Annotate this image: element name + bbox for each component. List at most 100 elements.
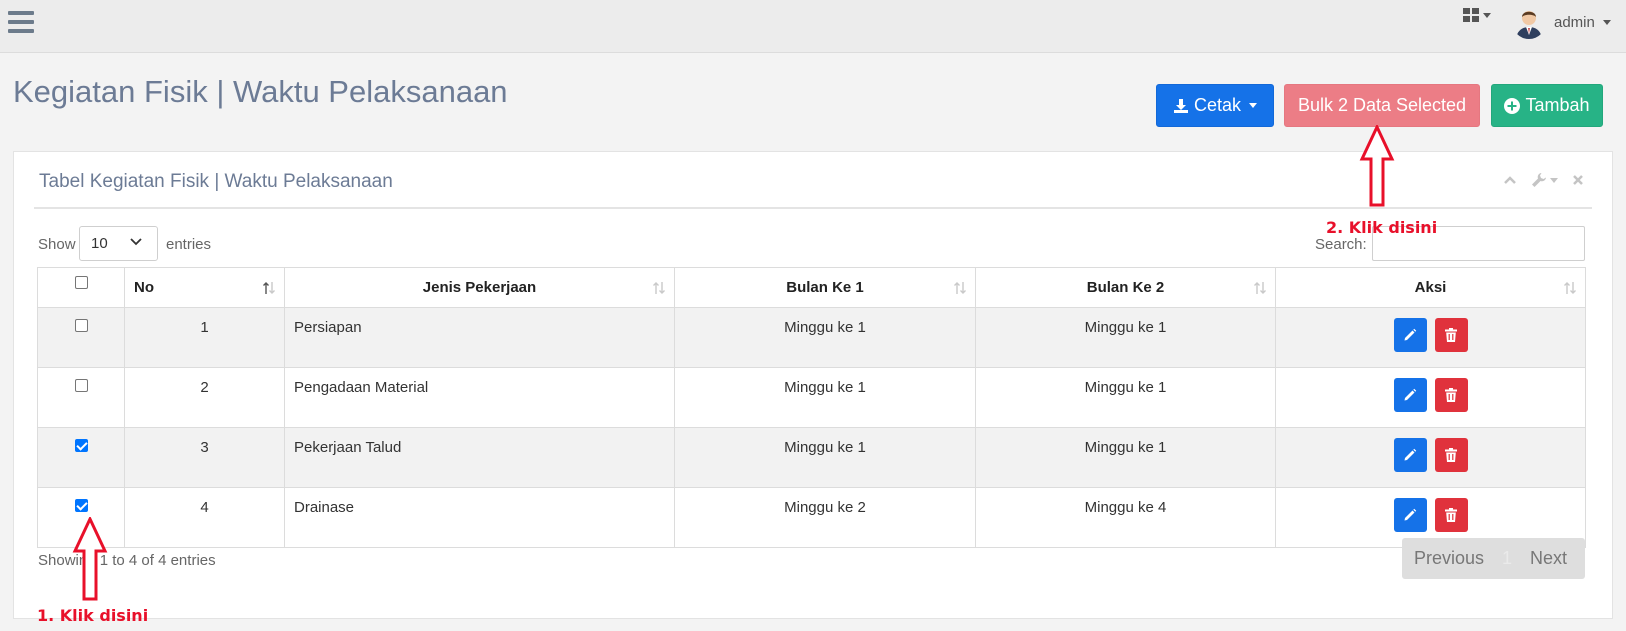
column-header-aksi[interactable]: Aksi: [1275, 267, 1586, 308]
table-info: Showing 1 to 4 of 4 entries: [38, 552, 216, 569]
sort-asc-icon: [263, 282, 275, 294]
user-name: admin: [1554, 13, 1595, 31]
cell-aksi: [1275, 367, 1586, 428]
cell-aksi: [1275, 427, 1586, 488]
column-header-jenis[interactable]: Jenis Pekerjaan: [284, 267, 675, 308]
entries-label: entries: [166, 236, 212, 253]
collapse-icon[interactable]: [1503, 175, 1517, 185]
annotation-arrow-up: [1359, 125, 1395, 207]
cell-bulan-1: Minggu ke 1: [674, 307, 976, 368]
cell-jenis-pekerjaan: Pekerjaan Talud: [284, 427, 675, 488]
delete-button[interactable]: [1434, 318, 1468, 352]
divider: [34, 207, 1592, 209]
row-checkbox[interactable]: [74, 499, 88, 512]
edit-button[interactable]: [1393, 438, 1427, 472]
cell-bulan-2: Minggu ke 4: [975, 487, 1276, 548]
select-all-cell: [37, 267, 125, 308]
edit-button[interactable]: [1393, 378, 1427, 412]
cell-bulan-1: Minggu ke 2: [674, 487, 976, 548]
column-header-no[interactable]: No: [124, 267, 285, 308]
cell-bulan-2: Minggu ke 1: [975, 367, 1276, 428]
row-checkbox[interactable]: [74, 439, 88, 452]
next-button[interactable]: Next: [1530, 548, 1567, 569]
pencil-icon: [1403, 328, 1417, 342]
cell-bulan-2: Minggu ke 1: [975, 427, 1276, 488]
user-menu[interactable]: admin: [1512, 5, 1611, 39]
cell-no: 3: [124, 427, 285, 488]
delete-button[interactable]: [1434, 378, 1468, 412]
sort-icon: [1254, 282, 1266, 294]
search-label: Search:: [1315, 236, 1367, 253]
column-header-bulan-1[interactable]: Bulan Ke 1: [674, 267, 976, 308]
cell-bulan-1: Minggu ke 1: [674, 367, 976, 428]
cetak-button[interactable]: Cetak: [1156, 84, 1274, 127]
download-icon: [1173, 98, 1189, 114]
column-header-bulan-2[interactable]: Bulan Ke 2: [975, 267, 1276, 308]
hamburger-menu-icon[interactable]: [8, 11, 34, 33]
column-header-label: Bulan Ke 1: [786, 279, 864, 296]
chevron-down-icon: [1550, 177, 1558, 183]
edit-button[interactable]: [1393, 318, 1427, 352]
trash-icon: [1445, 388, 1457, 402]
table-row: 2 Pengadaan Material Minggu ke 1 Minggu ke …: [37, 367, 1586, 428]
chevron-down-icon: [130, 238, 142, 246]
cetak-label: Cetak: [1193, 95, 1242, 115]
panel-tools: [1503, 172, 1584, 188]
delete-button[interactable]: [1434, 438, 1468, 472]
cell-jenis-pekerjaan: Persiapan: [284, 307, 675, 368]
trash-icon: [1445, 328, 1457, 342]
cell-no: 4: [124, 487, 285, 548]
cell-aksi: [1275, 307, 1586, 368]
annotation-arrow-up: [72, 517, 108, 601]
table-row: 1 Persiapan Minggu ke 1 Minggu ke 1: [37, 307, 1586, 368]
avatar: [1512, 5, 1546, 39]
cell-no: 1: [124, 307, 285, 368]
table-row: 3 Pekerjaan Talud Minggu ke 1 Minggu ke 1: [37, 427, 1586, 488]
add-button[interactable]: Tambah: [1491, 84, 1603, 127]
sort-icon: [954, 282, 966, 294]
cell-bulan-1: Minggu ke 1: [674, 427, 976, 488]
chevron-down-icon: [1249, 103, 1258, 108]
entries-length-value: 10: [91, 235, 108, 252]
column-header-label: Jenis Pekerjaan: [422, 279, 537, 296]
wrench-icon: [1532, 173, 1546, 187]
row-checkbox[interactable]: [74, 319, 88, 332]
tambah-label: Tambah: [1525, 95, 1590, 115]
edit-button[interactable]: [1393, 498, 1427, 532]
cell-bulan-2: Minggu ke 1: [975, 307, 1276, 368]
chevron-down-icon: [1483, 12, 1491, 18]
plus-circle-icon: [1504, 97, 1521, 114]
apps-menu[interactable]: [1463, 8, 1491, 22]
table-row: 4 Drainase Minggu ke 2 Minggu ke 4: [37, 487, 1586, 548]
pencil-icon: [1403, 448, 1417, 462]
sort-icon: [653, 282, 665, 294]
column-header-label: No: [134, 279, 154, 296]
bulk-delete-button[interactable]: Bulk 2 Data Selected: [1284, 84, 1480, 127]
trash-icon: [1445, 448, 1457, 462]
bulk-label: Bulk 2 Data Selected: [1297, 95, 1467, 115]
data-table: No Jenis Pekerjaan Bulan Ke 1 Bulan Ke 2…: [37, 267, 1586, 548]
close-icon[interactable]: [1572, 174, 1584, 186]
row-select-cell: [37, 367, 125, 428]
panel-title: Tabel Kegiatan Fisik | Waktu Pelaksanaan: [39, 171, 393, 192]
table-header-row: No Jenis Pekerjaan Bulan Ke 1 Bulan Ke 2…: [37, 267, 1586, 308]
entries-length-select[interactable]: 10: [79, 226, 158, 261]
pencil-icon: [1403, 388, 1417, 402]
sort-icon: [1564, 282, 1576, 294]
pencil-icon: [1403, 508, 1417, 522]
page-1-button[interactable]: 1: [1502, 548, 1512, 569]
page-title: Kegiatan Fisik | Waktu Pelaksanaan: [13, 74, 508, 109]
select-all-checkbox[interactable]: [74, 276, 88, 289]
row-select-cell: [37, 427, 125, 488]
annotation-step-1: 1. Klik disini: [37, 606, 149, 625]
cell-jenis-pekerjaan: Pengadaan Material: [284, 367, 675, 428]
show-label: Show: [38, 236, 76, 253]
grid-icon: [1463, 8, 1479, 22]
settings-menu[interactable]: [1531, 172, 1558, 188]
delete-button[interactable]: [1434, 498, 1468, 532]
column-header-label: Aksi: [1414, 279, 1447, 296]
previous-button[interactable]: Previous: [1414, 548, 1484, 569]
annotation-step-2: 2. Klik disini: [1326, 218, 1438, 237]
cell-jenis-pekerjaan: Drainase: [284, 487, 675, 548]
row-checkbox[interactable]: [74, 379, 88, 392]
